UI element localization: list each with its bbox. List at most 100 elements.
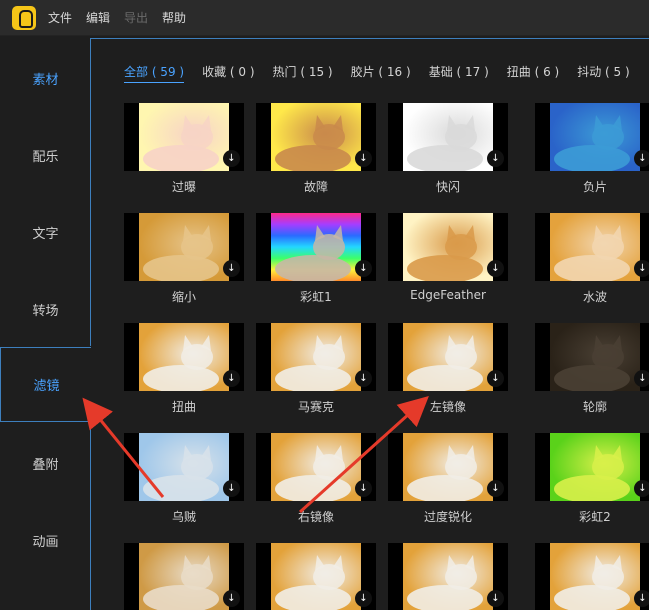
download-icon[interactable]: ↓ bbox=[355, 480, 372, 497]
filter-thumbnail[interactable]: ↓ bbox=[124, 213, 244, 281]
cat-preview-image bbox=[403, 323, 493, 391]
filter-item[interactable]: ↓ bbox=[535, 543, 649, 610]
cat-preview-image bbox=[550, 543, 640, 610]
filter-item[interactable]: ↓ EdgeFeather bbox=[388, 213, 508, 302]
filter-label: 彩虹1 bbox=[300, 290, 332, 304]
cat-preview-image bbox=[550, 433, 640, 501]
menu-file[interactable]: 文件 bbox=[48, 9, 72, 26]
cat-icon bbox=[554, 115, 630, 171]
download-icon[interactable]: ↓ bbox=[223, 260, 240, 277]
sidebar-item-text[interactable]: 文字 bbox=[0, 194, 91, 271]
download-icon[interactable]: ↓ bbox=[634, 150, 649, 167]
filter-item[interactable]: ↓ 右镜像 bbox=[256, 433, 376, 525]
tab-distort[interactable]: 扭曲 ( 6 ) bbox=[507, 63, 559, 83]
download-icon[interactable]: ↓ bbox=[487, 590, 504, 607]
filter-thumbnail[interactable]: ↓ bbox=[388, 433, 508, 501]
filter-thumbnail[interactable]: ↓ bbox=[535, 323, 649, 391]
sidebar-item-material[interactable]: 素材 bbox=[0, 40, 91, 117]
download-icon[interactable]: ↓ bbox=[223, 590, 240, 607]
cat-icon bbox=[275, 335, 351, 391]
download-icon[interactable]: ↓ bbox=[355, 590, 372, 607]
filter-item[interactable]: ↓ 左镜像 bbox=[388, 323, 508, 415]
tab-favorites[interactable]: 收藏 ( 0 ) bbox=[202, 63, 254, 83]
cat-preview-image bbox=[271, 103, 361, 171]
menu-edit[interactable]: 编辑 bbox=[86, 9, 110, 26]
sidebar-item-music[interactable]: 配乐 bbox=[0, 117, 91, 194]
filter-item[interactable]: ↓ 扭曲 bbox=[124, 323, 244, 415]
download-icon[interactable]: ↓ bbox=[487, 480, 504, 497]
filter-item[interactable]: ↓ bbox=[256, 543, 376, 610]
filter-label: 马赛克 bbox=[297, 400, 334, 414]
download-icon[interactable]: ↓ bbox=[355, 260, 372, 277]
cat-icon bbox=[407, 225, 483, 281]
download-icon[interactable]: ↓ bbox=[634, 480, 649, 497]
filter-thumbnail[interactable]: ↓ bbox=[256, 433, 376, 501]
filter-thumbnail[interactable]: ↓ bbox=[256, 103, 376, 171]
cat-icon bbox=[275, 225, 351, 281]
filter-item[interactable]: ↓ 过曝 bbox=[124, 103, 244, 195]
download-icon[interactable]: ↓ bbox=[223, 480, 240, 497]
filter-thumbnail[interactable]: ↓ bbox=[124, 433, 244, 501]
filter-thumbnail[interactable]: ↓ bbox=[535, 103, 649, 171]
download-icon[interactable]: ↓ bbox=[223, 370, 240, 387]
cat-preview-image bbox=[139, 433, 229, 501]
download-icon[interactable]: ↓ bbox=[634, 370, 649, 387]
filter-thumbnail[interactable]: ↓ bbox=[535, 213, 649, 281]
filter-thumbnail[interactable]: ↓ bbox=[256, 213, 376, 281]
filter-thumbnail[interactable]: ↓ bbox=[256, 543, 376, 610]
sidebar-item-animation[interactable]: 动画 bbox=[0, 502, 91, 579]
filter-item[interactable]: ↓ bbox=[124, 543, 244, 610]
filter-thumbnail[interactable]: ↓ bbox=[535, 433, 649, 501]
filter-item[interactable]: ↓ 彩虹1 bbox=[256, 213, 376, 305]
menu-help[interactable]: 帮助 bbox=[162, 9, 186, 26]
tab-shake[interactable]: 抖动 ( 5 ) bbox=[577, 63, 629, 83]
download-icon[interactable]: ↓ bbox=[223, 150, 240, 167]
tab-all[interactable]: 全部 ( 59 ) bbox=[124, 63, 185, 83]
filter-label: 故障 bbox=[303, 180, 328, 194]
cat-icon bbox=[554, 225, 630, 281]
sidebar-item-transition[interactable]: 转场 bbox=[0, 271, 91, 348]
filter-thumbnail[interactable]: ↓ bbox=[388, 213, 508, 281]
download-icon[interactable]: ↓ bbox=[355, 370, 372, 387]
filter-label: 右镜像 bbox=[297, 510, 334, 524]
filter-item[interactable]: ↓ 快闪 bbox=[388, 103, 508, 195]
sidebar-item-filter[interactable]: 滤镜 bbox=[0, 347, 92, 422]
download-icon[interactable]: ↓ bbox=[634, 590, 649, 607]
download-icon[interactable]: ↓ bbox=[487, 260, 504, 277]
filter-thumbnail[interactable]: ↓ bbox=[388, 323, 508, 391]
filter-item[interactable]: ↓ 彩虹2 bbox=[535, 433, 649, 525]
filter-item[interactable]: ↓ 乌贼 bbox=[124, 433, 244, 525]
filter-item[interactable]: ↓ 过度锐化 bbox=[388, 433, 508, 525]
filter-item[interactable]: ↓ 负片 bbox=[535, 103, 649, 195]
filter-thumbnail[interactable]: ↓ bbox=[388, 543, 508, 610]
filter-item[interactable]: ↓ 缩小 bbox=[124, 213, 244, 305]
download-icon[interactable]: ↓ bbox=[487, 370, 504, 387]
filter-item[interactable]: ↓ bbox=[388, 543, 508, 610]
cat-icon bbox=[143, 115, 219, 171]
filter-thumbnail[interactable]: ↓ bbox=[124, 103, 244, 171]
menu-export[interactable]: 导出 bbox=[124, 9, 148, 26]
cat-preview-image bbox=[550, 103, 640, 171]
download-icon[interactable]: ↓ bbox=[487, 150, 504, 167]
filter-item[interactable]: ↓ 轮廓 bbox=[535, 323, 649, 415]
filter-item[interactable]: ↓ 马赛克 bbox=[256, 323, 376, 415]
filter-item[interactable]: ↓ 故障 bbox=[256, 103, 376, 195]
tab-popular[interactable]: 热门 ( 15 ) bbox=[273, 63, 333, 83]
filter-thumbnail[interactable]: ↓ bbox=[256, 323, 376, 391]
filter-thumbnail[interactable]: ↓ bbox=[124, 543, 244, 610]
cat-preview-image bbox=[403, 213, 493, 281]
cat-icon bbox=[143, 335, 219, 391]
sidebar-item-overlay[interactable]: 叠附 bbox=[0, 425, 91, 502]
filter-label: 过度锐化 bbox=[423, 510, 472, 524]
tab-film[interactable]: 胶片 ( 16 ) bbox=[351, 63, 411, 83]
filter-thumbnail[interactable]: ↓ bbox=[535, 543, 649, 610]
download-icon[interactable]: ↓ bbox=[355, 150, 372, 167]
filter-thumbnail[interactable]: ↓ bbox=[388, 103, 508, 171]
category-tabs: 全部 ( 59 ) 收藏 ( 0 ) 热门 ( 15 ) 胶片 ( 16 ) 基… bbox=[124, 63, 648, 83]
filter-item[interactable]: ↓ 水波 bbox=[535, 213, 649, 305]
filter-label: 负片 bbox=[582, 180, 607, 194]
filter-label: 过曝 bbox=[171, 180, 196, 194]
filter-thumbnail[interactable]: ↓ bbox=[124, 323, 244, 391]
tab-basic[interactable]: 基础 ( 17 ) bbox=[429, 63, 489, 83]
download-icon[interactable]: ↓ bbox=[634, 260, 649, 277]
